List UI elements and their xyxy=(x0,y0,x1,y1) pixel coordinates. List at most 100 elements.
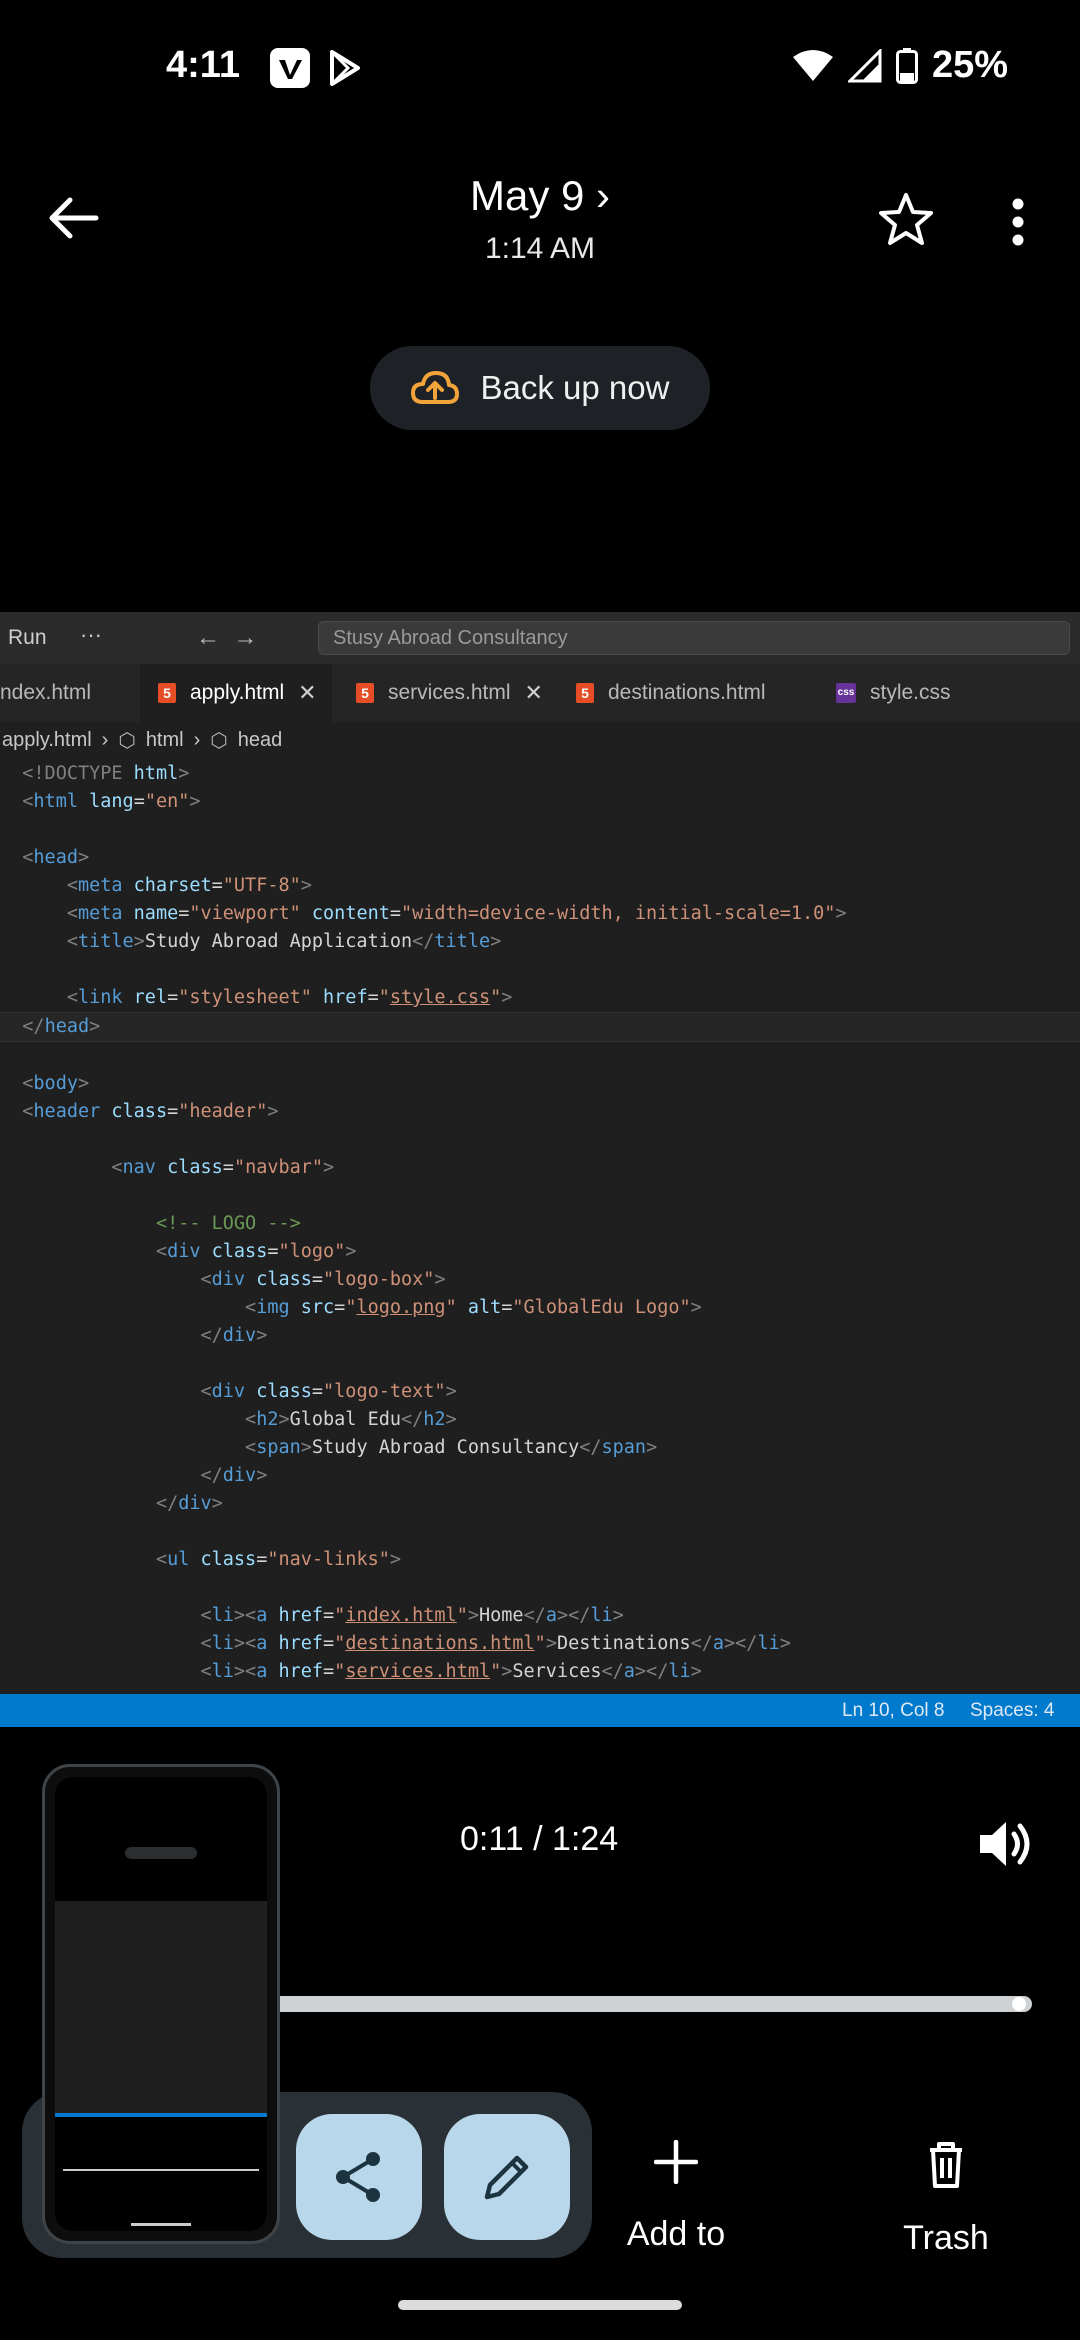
add-to-label: Add to xyxy=(626,2215,726,2253)
gesture-home-indicator[interactable] xyxy=(398,2300,682,2310)
cube-icon: ⬡ xyxy=(210,730,228,752)
code-line: <title>Study Abroad Application</title> xyxy=(66,931,502,952)
code-line: <header class="header"> xyxy=(22,1101,279,1122)
battery-icon xyxy=(895,47,918,84)
editor-cursor-position: Ln 10, Col 8 xyxy=(842,1700,945,1721)
share-button[interactable] xyxy=(296,2114,422,2240)
editor-tab-label: ndex.html xyxy=(0,681,92,704)
video-thumbnail-preview[interactable] xyxy=(42,1764,280,2244)
volume-button[interactable] xyxy=(976,1818,1038,1870)
html5-file-icon: 5 xyxy=(356,683,374,703)
html5-file-icon: 5 xyxy=(158,683,176,703)
battery-percent: 25% xyxy=(931,44,1008,86)
back-up-now-button[interactable]: Back up now xyxy=(370,346,710,430)
status-right-group: 25% xyxy=(792,44,1008,87)
volume-icon xyxy=(980,1822,1030,1866)
code-line: <div class="logo-box"> xyxy=(200,1269,446,1290)
back-up-now-label: Back up now xyxy=(480,369,670,406)
editor-search-box: Stusy Abroad Consultancy xyxy=(318,621,1070,655)
cube-icon: ⬡ xyxy=(118,730,136,752)
code-line: <div class="logo"> xyxy=(155,1241,357,1262)
editor-tab-label: style.css xyxy=(870,681,951,704)
status-app-icons xyxy=(270,48,364,88)
editor-tab-label: destinations.html xyxy=(608,681,766,704)
vimeo-icon xyxy=(270,48,310,88)
code-line: <span>Study Abroad Consultancy</span> xyxy=(245,1437,658,1458)
trash-button[interactable]: Trash xyxy=(892,2140,1000,2258)
playback-time: 0:11 / 1:24 xyxy=(460,1820,619,1858)
html5-file-icon: 5 xyxy=(576,683,594,703)
code-line: <meta name="viewport" content="width=dev… xyxy=(66,903,847,924)
date-label: May 9 xyxy=(469,172,585,219)
wifi-icon xyxy=(792,49,833,81)
editor-status-bar: Ln 10, Col 8 Spaces: 4 xyxy=(0,1694,1080,1727)
code-line: <link rel="stylesheet" href="style.css"> xyxy=(66,987,513,1008)
edit-pencil-icon xyxy=(484,2155,529,2200)
chevron-right-icon: › xyxy=(596,172,611,219)
add-to-button[interactable]: Add to xyxy=(620,2139,732,2254)
editor-title-bar: Run ··· ← → Stusy Abroad Consultancy xyxy=(0,612,1080,664)
cloud-upload-icon xyxy=(410,371,459,404)
editor-indent-setting: Spaces: 4 xyxy=(970,1700,1055,1721)
breadcrumb-separator: › xyxy=(193,729,201,751)
code-line: <meta charset="UTF-8"> xyxy=(66,875,312,896)
share-icon xyxy=(336,2152,380,2202)
code-line: <li><a href="destinations.html">Destinat… xyxy=(200,1633,791,1654)
editor-run-menu: Run xyxy=(8,626,47,649)
trash-icon xyxy=(930,2142,962,2188)
code-line: <html lang="en"> xyxy=(22,791,201,812)
editor-tab: css style.css xyxy=(820,664,1010,722)
seek-bar[interactable] xyxy=(270,1996,1032,2012)
editor-nav-arrows-icon: ← → xyxy=(196,624,258,651)
css-file-icon: css xyxy=(836,683,856,703)
edit-button[interactable] xyxy=(444,2114,570,2240)
editor-code-area: <!DOCTYPE html> <html lang="en"> <head> … xyxy=(0,760,1080,1686)
photo-content-editor-screenshot: Run ··· ← → Stusy Abroad Consultancy nde… xyxy=(0,612,1080,1727)
code-line-current: </head> xyxy=(0,1012,1080,1042)
code-line: <li><a href="services.html">Services</a>… xyxy=(200,1661,702,1682)
more-options-button[interactable] xyxy=(1000,192,1036,252)
editor-menu-dots: ··· xyxy=(80,622,102,647)
editor-tab-active: 5 apply.html ✕ xyxy=(140,664,332,722)
editor-tab-bar: ndex.html 5 apply.html ✕ 5 services.html… xyxy=(0,664,1080,722)
code-line: <li><a href="index.html">Home</a></li> xyxy=(200,1605,624,1626)
editor-tab: 5 services.html ✕ xyxy=(340,664,550,722)
more-vert-icon xyxy=(1012,198,1024,246)
code-line: </div> xyxy=(155,1493,223,1514)
editor-tab-label: apply.html xyxy=(190,681,285,704)
editor-tab: ndex.html xyxy=(0,664,140,722)
tab-close-icon: ✕ xyxy=(524,680,543,705)
editor-tab: 5 destinations.html xyxy=(560,664,816,722)
breadcrumb-file: apply.html xyxy=(2,729,92,751)
tab-close-icon: ✕ xyxy=(298,680,317,705)
status-time: 4:11 xyxy=(166,44,240,86)
trash-label: Trash xyxy=(903,2219,989,2257)
favorite-button[interactable] xyxy=(876,190,936,250)
star-icon xyxy=(879,193,933,245)
editor-breadcrumb: apply.html › ⬡ html › ⬡ head xyxy=(2,728,282,753)
breadcrumb-head: head xyxy=(237,729,283,751)
breadcrumb-separator: › xyxy=(101,729,109,751)
code-line: <body> xyxy=(22,1073,90,1094)
plus-icon xyxy=(653,2139,699,2185)
code-line: <!-- LOGO --> xyxy=(155,1213,301,1234)
seek-bar-end-marker xyxy=(1012,1997,1026,2011)
code-line: <div class="logo-text"> xyxy=(200,1381,457,1402)
code-line: </div> xyxy=(200,1325,268,1346)
code-line: <!DOCTYPE html> xyxy=(22,763,190,784)
code-line: </div> xyxy=(200,1465,268,1486)
breadcrumb-html: html xyxy=(145,729,184,751)
code-line: <ul class="nav-links"> xyxy=(155,1549,402,1570)
play-store-icon xyxy=(330,50,360,86)
code-line: <nav class="navbar"> xyxy=(111,1157,335,1178)
editor-tab-label: services.html xyxy=(388,681,511,704)
thumbnail-image xyxy=(55,1777,267,2231)
signal-icon xyxy=(847,48,882,82)
